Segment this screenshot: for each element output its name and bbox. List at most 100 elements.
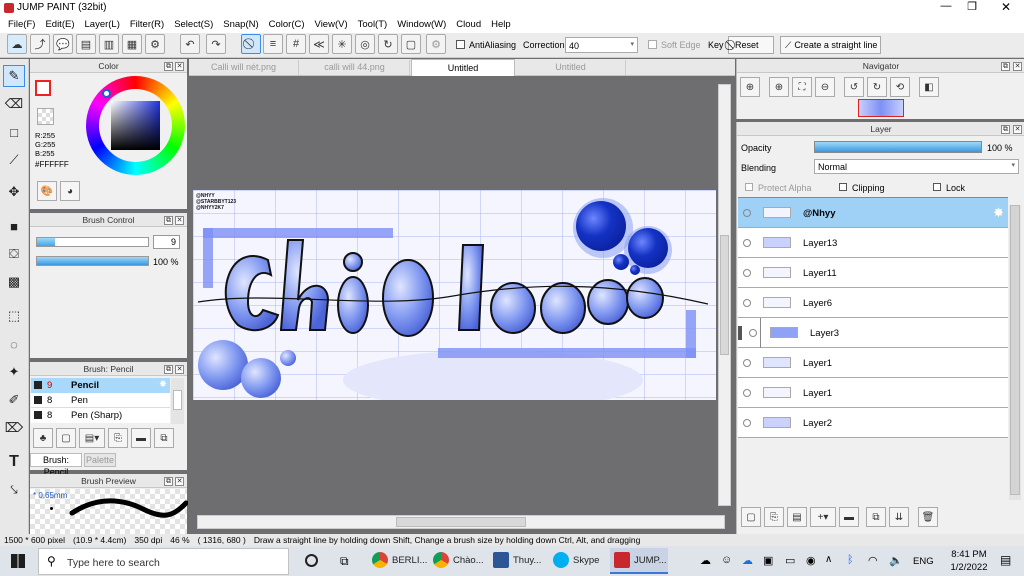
duplicate-icon[interactable]: ⧉ (154, 428, 174, 448)
zoom-in-icon[interactable]: ⊕ (740, 77, 760, 97)
panel-undock-icon[interactable]: ⧉ (164, 365, 173, 374)
gear-icon[interactable]: ✸ (993, 205, 1004, 221)
brush-size-field[interactable]: 9 (153, 235, 180, 249)
layer-row[interactable]: Layer11 (738, 258, 1008, 288)
volume-icon[interactable]: 🔈 (889, 554, 903, 567)
blending-select[interactable]: Normal ▾ (814, 159, 1019, 174)
taskbar-search[interactable]: ⚲ Type here to search (38, 548, 289, 575)
rotate-right-icon[interactable]: ↻ (867, 77, 887, 97)
menu-file[interactable]: File(F) (3, 16, 40, 33)
clock-date[interactable]: 1/2/2022 (944, 562, 994, 573)
gradient-tool-icon[interactable]: ▩ (3, 271, 25, 293)
brush-item-pen[interactable]: 8 Pen (31, 393, 170, 408)
network-icon[interactable]: ▭ (785, 554, 795, 567)
layer-row[interactable]: Layer1 (738, 378, 1008, 408)
meet-icon[interactable]: ▣ (763, 554, 773, 567)
flip-icon[interactable]: ◧ (919, 77, 939, 97)
navigator-thumbnail[interactable] (858, 99, 904, 117)
lock-checkbox[interactable] (933, 183, 941, 191)
brush-menu-icon[interactable]: ▤▾ (79, 428, 105, 448)
undo-icon[interactable]: ↶ (180, 34, 200, 54)
close-button[interactable]: ✕ (996, 0, 1016, 14)
layer-opacity-slider[interactable] (814, 141, 982, 153)
taskbar-app-chrome-2[interactable]: Chào... (433, 550, 484, 570)
brush-list-scrollbar[interactable] (171, 378, 184, 424)
new-1bit-layer-icon[interactable]: ▤ (787, 507, 807, 527)
select-eraser-tool-icon[interactable]: ⌦ (3, 417, 25, 439)
scroll-thumb[interactable] (720, 235, 729, 355)
text-tool-icon[interactable]: T (3, 451, 25, 473)
menu-select[interactable]: Select(S) (169, 16, 218, 33)
canvas-horizontal-scrollbar[interactable] (197, 515, 725, 529)
lasso-tool-icon[interactable]: ◌ (3, 333, 25, 355)
new-file-icon[interactable]: ⤴ (30, 34, 50, 54)
menu-window[interactable]: Window(W) (392, 16, 451, 33)
layer-row[interactable]: Layer6 (738, 288, 1008, 318)
layer-row-clipped[interactable]: Layer3 (738, 318, 1008, 348)
brush-item-pen-sharp[interactable]: 8 Pen (Sharp) (31, 408, 170, 423)
palette-icon[interactable]: ◕ (60, 181, 80, 201)
add-brush-icon[interactable]: ♣ (33, 428, 53, 448)
maximize-button[interactable]: ❐ (962, 0, 982, 13)
grid-snap-icon[interactable]: # (286, 34, 306, 54)
correction-select[interactable]: 40 ▾ (565, 37, 638, 53)
taskbar-app-jump-paint[interactable]: JUMP... (610, 548, 668, 574)
menu-view[interactable]: View(V) (310, 16, 353, 33)
minimize-button[interactable]: — (936, 0, 956, 12)
app-tray-icon[interactable]: ◉ (806, 554, 816, 567)
visibility-icon[interactable] (749, 329, 757, 337)
cloud-icon[interactable]: ☁ (7, 34, 27, 54)
select-pen-tool-icon[interactable]: ✐ (3, 389, 25, 411)
menu-tool[interactable]: Tool(T) (353, 16, 393, 33)
canvas-vertical-scrollbar[interactable] (718, 84, 731, 506)
circle-snap-icon[interactable]: ◎ (355, 34, 375, 54)
visibility-icon[interactable] (743, 299, 751, 307)
canvas[interactable]: @NHYY @STARBBYT123 @NHYY2K7 (193, 190, 716, 400)
new-brush-icon[interactable]: ▢ (56, 428, 76, 448)
rect-select-tool-icon[interactable]: ⬚ (3, 305, 25, 327)
tray-expand-icon[interactable]: ∧ (825, 554, 832, 565)
onedrive-icon[interactable]: ☁ (742, 554, 753, 567)
no-snap-icon[interactable]: ⃠ (241, 34, 261, 54)
menu-help[interactable]: Help (486, 16, 516, 33)
visibility-icon[interactable] (743, 269, 751, 277)
people-icon[interactable]: ☺ (721, 554, 732, 566)
taskbar-app-word[interactable]: Thuy... (493, 550, 541, 570)
panel-close-icon[interactable]: ✕ (175, 62, 184, 71)
gear-icon[interactable]: ✸ (159, 379, 167, 390)
reset-button[interactable]: ⃠ Reset (728, 36, 774, 54)
layer-list-scrollbar[interactable] (1009, 205, 1021, 500)
comment-icon[interactable]: 💬 (53, 34, 73, 54)
visibility-icon[interactable] (743, 209, 751, 217)
panel-close-icon[interactable]: ✕ (1013, 62, 1022, 71)
message-icon[interactable]: ▤ (76, 34, 96, 54)
add-layer-menu-icon[interactable]: +▾ (810, 507, 836, 527)
language-indicator[interactable]: ENG (913, 556, 934, 567)
visibility-icon[interactable] (743, 389, 751, 397)
panel-undock-icon[interactable]: ⧉ (164, 62, 173, 71)
color-set-icon[interactable]: 🎨 (37, 181, 57, 201)
weather-icon[interactable]: ☁ (700, 554, 711, 567)
vanish-snap-icon[interactable]: ≪ (309, 34, 329, 54)
panel-undock-icon[interactable]: ⧉ (1001, 62, 1010, 71)
taskbar-app-chrome-1[interactable]: BERLI... (372, 550, 427, 570)
clipping-checkbox[interactable] (839, 183, 847, 191)
main-color-swatch[interactable] (35, 80, 51, 96)
redo-icon[interactable]: ↷ (206, 34, 226, 54)
panel-close-icon[interactable]: ✕ (1013, 125, 1022, 134)
zoom-out-icon[interactable]: ⊖ (815, 77, 835, 97)
antialiasing-checkbox[interactable] (456, 40, 465, 49)
menu-color[interactable]: Color(C) (264, 16, 310, 33)
merge-layer-icon[interactable]: ⇊ (889, 507, 909, 527)
hue-cursor[interactable] (102, 89, 111, 98)
menu-layer[interactable]: Layer(L) (80, 16, 125, 33)
layer-row[interactable]: Layer1 (738, 348, 1008, 378)
rotate-reset-icon[interactable]: ⟲ (890, 77, 910, 97)
tab-calli-net[interactable]: Calli will nét.png (189, 60, 299, 75)
panel-close-icon[interactable]: ✕ (175, 216, 184, 225)
snap-settings-icon[interactable]: ⚙ (426, 34, 446, 54)
layer-row-nhyy[interactable]: @Nhyy ✸ (738, 198, 1008, 228)
delete-layer-icon[interactable]: 🗑 (918, 507, 938, 527)
bucket-tool-icon[interactable]: ⛋ (3, 243, 25, 265)
layer-row[interactable]: Layer13 (738, 228, 1008, 258)
